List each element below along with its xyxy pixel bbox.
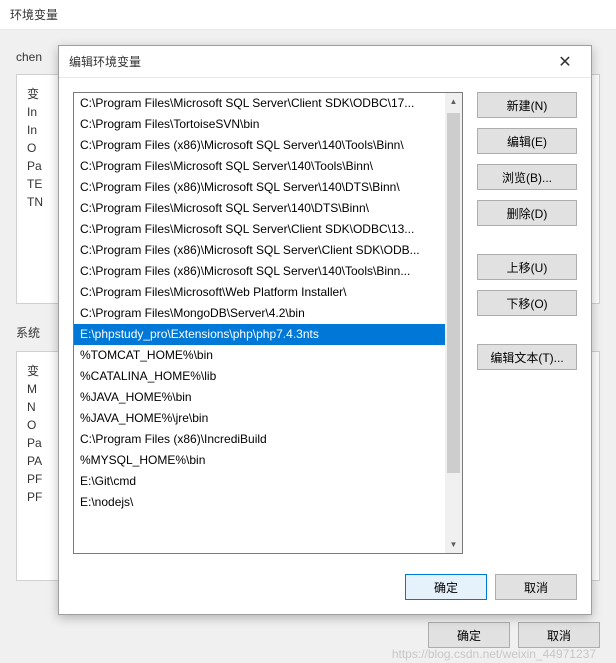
- scroll-up-button[interactable]: ▲: [445, 93, 462, 110]
- move-down-button[interactable]: 下移(O): [477, 290, 577, 316]
- list-item[interactable]: C:\Program Files (x86)\Microsoft SQL Ser…: [74, 240, 445, 261]
- path-listbox[interactable]: C:\Program Files\Microsoft SQL Server\Cl…: [73, 92, 463, 554]
- list-item[interactable]: C:\Program Files\Microsoft SQL Server\Cl…: [74, 93, 445, 114]
- list-item[interactable]: E:\Git\cmd: [74, 471, 445, 492]
- edit-button[interactable]: 编辑(E): [477, 128, 577, 154]
- cancel-button[interactable]: 取消: [495, 574, 577, 600]
- list-item[interactable]: %CATALINA_HOME%\lib: [74, 366, 445, 387]
- parent-cancel-button[interactable]: 取消: [518, 622, 600, 648]
- chevron-up-icon: ▲: [450, 97, 458, 106]
- edit-env-dialog: 编辑环境变量 ✕ C:\Program Files\Microsoft SQL …: [58, 45, 592, 615]
- scroll-thumb[interactable]: [447, 113, 460, 473]
- list-item[interactable]: C:\Program Files\Microsoft SQL Server\14…: [74, 198, 445, 219]
- list-item[interactable]: E:\nodejs\: [74, 492, 445, 513]
- ok-button[interactable]: 确定: [405, 574, 487, 600]
- close-button[interactable]: ✕: [545, 48, 585, 76]
- dialog-footer: 确定 取消: [59, 564, 591, 614]
- edit-text-button[interactable]: 编辑文本(T)...: [477, 344, 577, 370]
- close-icon: ✕: [558, 52, 571, 72]
- list-item[interactable]: C:\Program Files\TortoiseSVN\bin: [74, 114, 445, 135]
- delete-button[interactable]: 删除(D): [477, 200, 577, 226]
- parent-title: 环境变量: [10, 6, 58, 23]
- list-item[interactable]: C:\Program Files (x86)\Microsoft SQL Ser…: [74, 177, 445, 198]
- parent-ok-button[interactable]: 确定: [428, 622, 510, 648]
- move-up-button[interactable]: 上移(U): [477, 254, 577, 280]
- dialog-title: 编辑环境变量: [69, 53, 141, 70]
- list-item[interactable]: C:\Program Files (x86)\IncrediBuild: [74, 429, 445, 450]
- dialog-titlebar: 编辑环境变量 ✕: [59, 46, 591, 78]
- list-item[interactable]: C:\Program Files (x86)\Microsoft SQL Ser…: [74, 261, 445, 282]
- chevron-down-icon: ▼: [450, 540, 458, 549]
- list-item[interactable]: E:\phpstudy_pro\Extensions\php\php7.4.3n…: [74, 324, 445, 345]
- list-item[interactable]: C:\Program Files\MongoDB\Server\4.2\bin: [74, 303, 445, 324]
- scroll-down-button[interactable]: ▼: [445, 536, 462, 553]
- list-item[interactable]: %JAVA_HOME%\bin: [74, 387, 445, 408]
- new-button[interactable]: 新建(N): [477, 92, 577, 118]
- list-item[interactable]: C:\Program Files (x86)\Microsoft SQL Ser…: [74, 135, 445, 156]
- parent-titlebar: 环境变量: [0, 0, 616, 30]
- list-item[interactable]: %TOMCAT_HOME%\bin: [74, 345, 445, 366]
- list-item[interactable]: C:\Program Files\Microsoft SQL Server\14…: [74, 156, 445, 177]
- list-item[interactable]: C:\Program Files\Microsoft SQL Server\Cl…: [74, 219, 445, 240]
- scrollbar[interactable]: ▲ ▼: [445, 93, 462, 553]
- list-item[interactable]: C:\Program Files\Microsoft\Web Platform …: [74, 282, 445, 303]
- list-item[interactable]: %JAVA_HOME%\jre\bin: [74, 408, 445, 429]
- side-button-panel: 新建(N) 编辑(E) 浏览(B)... 删除(D) 上移(U) 下移(O) 编…: [477, 92, 577, 554]
- list-item[interactable]: %MYSQL_HOME%\bin: [74, 450, 445, 471]
- browse-button[interactable]: 浏览(B)...: [477, 164, 577, 190]
- parent-footer-buttons: 确定 取消: [428, 622, 600, 648]
